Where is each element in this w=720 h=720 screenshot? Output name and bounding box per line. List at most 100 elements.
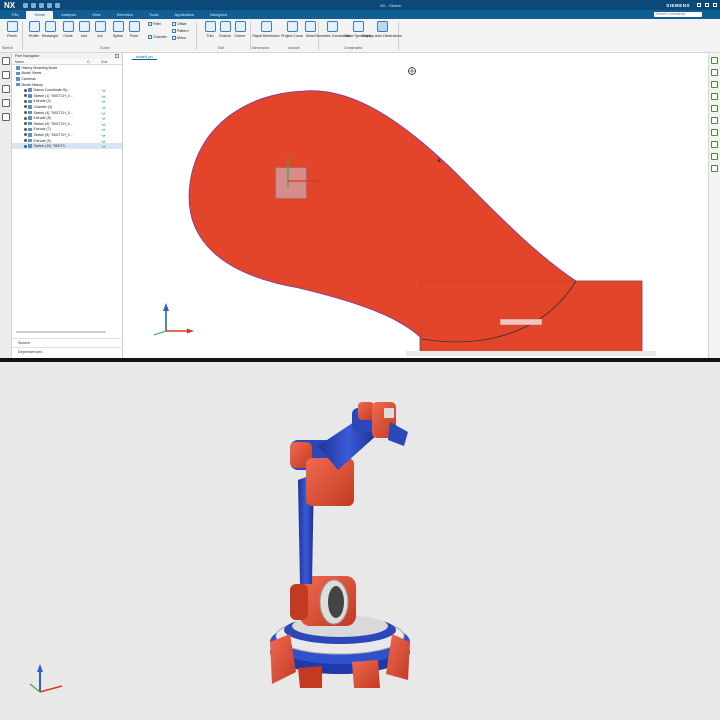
check-icon [101, 127, 106, 132]
redo-icon[interactable] [39, 2, 45, 8]
chamfer-button[interactable]: Chamfer [148, 35, 167, 39]
dimension-tag [499, 318, 543, 326]
feature-icon [16, 77, 20, 81]
assembly-navigator-icon[interactable] [2, 71, 10, 79]
column-header[interactable]: C... [84, 59, 98, 64]
eye-icon[interactable] [24, 116, 27, 120]
eye-icon[interactable] [24, 99, 27, 103]
eye-icon[interactable] [24, 144, 27, 148]
feature-icon [28, 105, 32, 109]
tab-analysis[interactable]: Analysis [53, 11, 84, 19]
arc-button[interactable]: Arc [90, 21, 110, 38]
finish-button[interactable]: Finish [2, 21, 22, 38]
nx-window: NX NX - Sketch SIEMENS File Home Analysis V… [0, 0, 720, 360]
feature-icon [16, 82, 20, 87]
triad-icon [153, 303, 194, 336]
tree-row-label: Extrude (7) [33, 127, 51, 132]
constraint-navigator-icon[interactable] [2, 85, 10, 93]
undo-icon[interactable] [31, 2, 37, 8]
tool-icon[interactable] [711, 117, 718, 124]
reuse-library-icon[interactable] [2, 99, 10, 107]
tree-row-label: Chamfer (3) [33, 104, 53, 109]
pattern-button[interactable]: Pattern [172, 29, 189, 33]
mirror-button[interactable]: Mirror [172, 36, 186, 40]
ribbon-separator [196, 22, 197, 50]
sketch-canvas[interactable] [124, 53, 708, 358]
assembly-viewport[interactable] [0, 362, 720, 720]
maximize-icon[interactable] [705, 3, 709, 7]
pattern-icon [172, 29, 176, 33]
ribbon-tabs: File Home Analysis View Selection Tools Applic… [0, 10, 720, 19]
check-icon [101, 133, 106, 137]
check-icon [101, 88, 106, 93]
feature-icon [28, 144, 32, 148]
tab-home[interactable]: Home [26, 11, 54, 19]
graphics-window[interactable]: model1.prt [124, 53, 708, 358]
tree-row[interactable]: Sketch (10) "SKETC... [12, 143, 122, 149]
part-navigator-icon[interactable] [2, 57, 10, 65]
column-header[interactable]: Curr [98, 59, 118, 64]
tab-file[interactable]: File [4, 11, 26, 19]
tool-icon[interactable] [711, 57, 718, 64]
close-icon[interactable] [713, 3, 717, 7]
horizontal-scrollbar[interactable] [16, 331, 106, 333]
copy-icon[interactable] [55, 2, 61, 8]
tree-row-label: Model History [21, 82, 43, 87]
column-header[interactable]: Name [12, 59, 84, 64]
profile-label: Profile [28, 34, 40, 38]
tab-tools[interactable]: Tools [141, 11, 166, 19]
rectangle-button[interactable]: Rectangle [40, 21, 60, 38]
search-input[interactable]: Search Commands [654, 12, 702, 17]
eye-icon[interactable] [24, 105, 27, 109]
eye-icon[interactable] [24, 127, 27, 131]
cut-icon[interactable] [47, 2, 53, 8]
tab-application[interactable]: Application [166, 11, 202, 19]
feature-icon [28, 116, 32, 120]
rapid-dimension-button[interactable]: Rapid Dimension [252, 21, 280, 38]
fillet-button[interactable]: Fillet [148, 22, 161, 26]
tab-selection[interactable]: Selection [109, 11, 141, 19]
group-label-edit: Edit [218, 46, 225, 50]
window-controls [697, 3, 717, 7]
tool-icon[interactable] [711, 165, 718, 172]
eye-icon[interactable] [24, 133, 27, 137]
close-icon[interactable] [115, 54, 119, 58]
point-label: Point [129, 34, 139, 38]
display-auto-dimensions-button[interactable]: Display Auto Dimensions [362, 21, 402, 38]
tab-view[interactable]: View [84, 11, 109, 19]
navigator-bottom-panels: Search Dependencies [12, 338, 123, 356]
panel-dependencies[interactable]: Dependencies [12, 347, 123, 356]
tool-icon[interactable] [711, 153, 718, 160]
tool-icon[interactable] [711, 81, 718, 88]
eye-icon[interactable] [24, 88, 27, 92]
minimize-icon[interactable] [697, 3, 701, 7]
history-icon[interactable] [2, 113, 10, 121]
spline-label: Spline [113, 34, 123, 38]
eye-icon[interactable] [24, 111, 27, 115]
tool-icon[interactable] [711, 93, 718, 100]
display-auto-dimensions-label: Display Auto Dimensions [362, 34, 402, 38]
eye-icon[interactable] [24, 139, 27, 143]
status-bar [406, 351, 656, 356]
line-icon [78, 21, 90, 32]
tab-navigator[interactable]: Navigator [202, 11, 235, 19]
mirror-icon [172, 36, 176, 40]
offset-button[interactable]: Offset [172, 22, 187, 26]
tool-icon[interactable] [711, 105, 718, 112]
tree-row-label: Sketch (1) "SKETCH_0... [33, 93, 73, 98]
geometric-constraints-button[interactable]: Geometric Constraints [314, 21, 350, 38]
eye-icon[interactable] [24, 94, 27, 98]
project-curve-button[interactable]: Project Curve [281, 21, 303, 38]
rectangle-label: Rectangle [41, 34, 59, 38]
tree-row-label: Datum Coordinate Sy... [33, 88, 70, 93]
check-icon [101, 144, 106, 148]
point-button[interactable]: Point [124, 21, 144, 38]
tool-icon[interactable] [711, 69, 718, 76]
save-icon[interactable] [23, 2, 29, 8]
window-title: NX - Sketch [380, 2, 402, 8]
corner-button[interactable]: Corner [230, 21, 250, 38]
tool-icon[interactable] [711, 129, 718, 136]
eye-icon[interactable] [24, 122, 27, 126]
panel-search[interactable]: Search [12, 338, 123, 347]
tool-icon[interactable] [711, 141, 718, 148]
